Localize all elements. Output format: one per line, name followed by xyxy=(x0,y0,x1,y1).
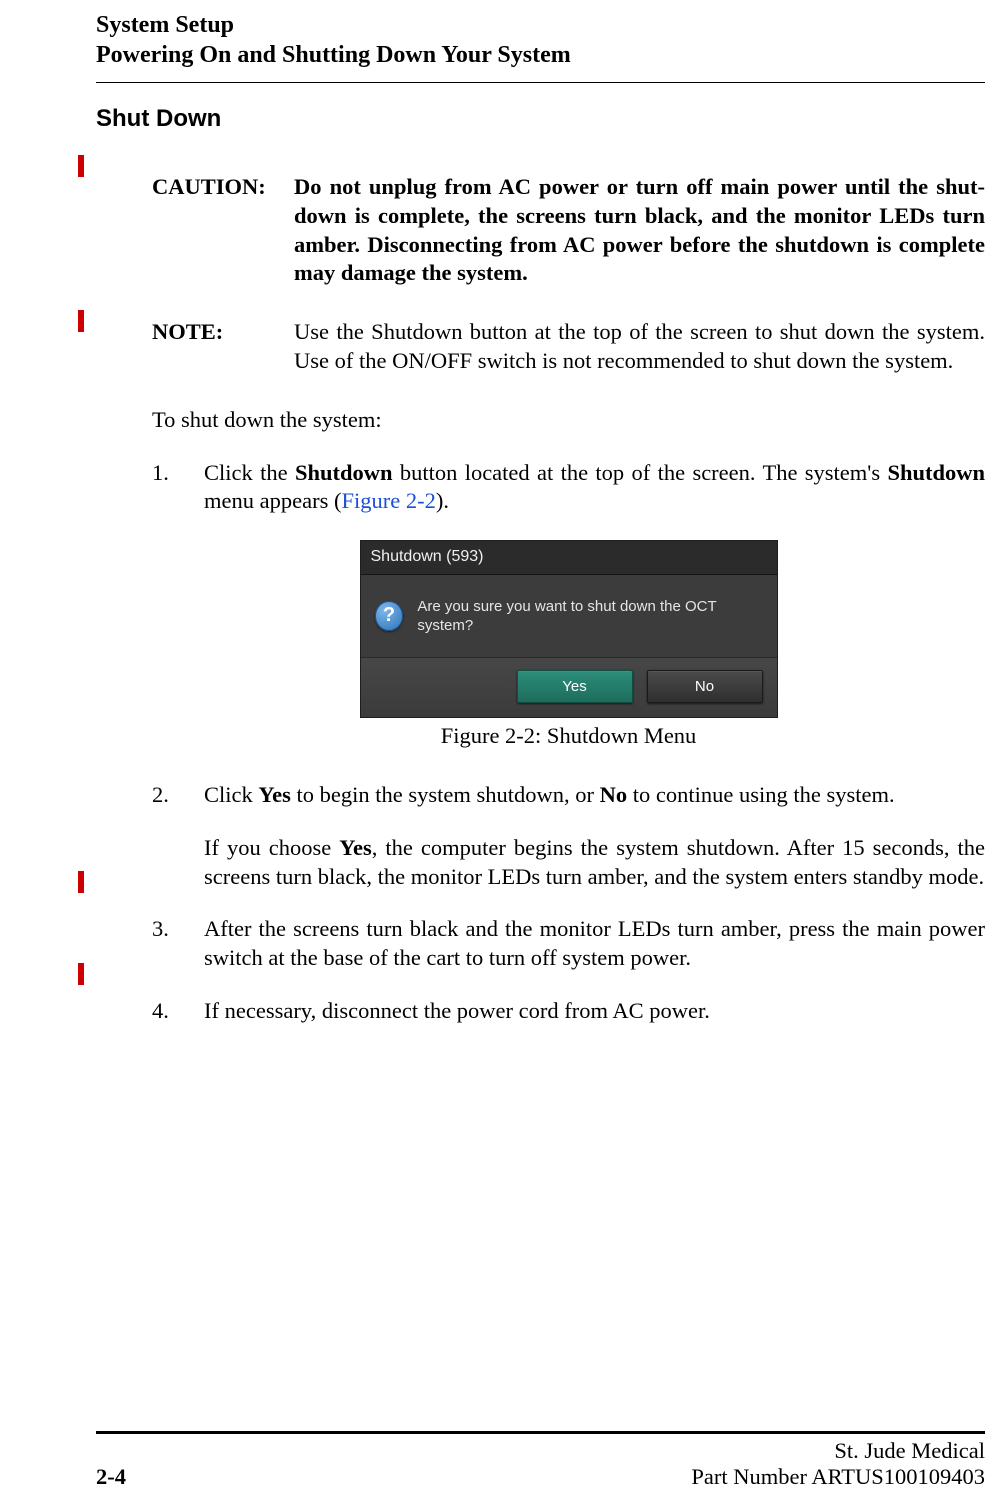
figure-caption: Figure 2-2: Shutdown Menu xyxy=(152,722,985,751)
step-1-text: Click the Shutdown button located at the… xyxy=(204,459,985,517)
note-callout: NOTE: Use the Shutdown button at the top… xyxy=(152,318,985,376)
step-number: 3. xyxy=(152,915,204,973)
no-ref: No xyxy=(600,782,628,807)
step-2-text-1: Click Yes to begin the system shutdown, … xyxy=(204,781,985,810)
step-2: 2. Click Yes to begin the system shutdow… xyxy=(152,781,985,891)
yes-ref-2: Yes xyxy=(339,835,372,860)
caution-label: CAUTION: xyxy=(152,173,294,288)
revision-bar-gutter xyxy=(78,0,84,1508)
caution-callout: CAUTION: Do not unplug from AC power or … xyxy=(152,173,985,288)
step-1: 1. Click the Shutdown button located at … xyxy=(152,459,985,517)
step-number: 1. xyxy=(152,459,204,517)
figure-2-2-link[interactable]: Figure 2-2 xyxy=(341,488,435,513)
step-4-text: If necessary, disconnect the power cord … xyxy=(204,997,985,1026)
step-number: 2. xyxy=(152,781,204,891)
revision-bar xyxy=(78,963,84,985)
shutdown-button-ref: Shutdown xyxy=(295,460,393,485)
header-chapter: System Setup xyxy=(96,10,985,40)
shutdown-menu-ref: Shutdown xyxy=(887,460,985,485)
intro-paragraph: To shut down the system: xyxy=(152,406,985,435)
note-text: Use the Shutdown button at the top of th… xyxy=(294,318,985,376)
step-number: 4. xyxy=(152,997,204,1026)
dialog-title: Shutdown (593) xyxy=(361,541,777,574)
step-3: 3. After the screens turn black and the … xyxy=(152,915,985,973)
note-label: NOTE: xyxy=(152,318,294,376)
header-section: Powering On and Shutting Down Your Syste… xyxy=(96,40,985,70)
page-footer: 2-4 St. Jude Medical Part Number ARTUS10… xyxy=(96,1431,985,1490)
yes-ref: Yes xyxy=(258,782,291,807)
figure-2-2: Shutdown (593) ? Are you sure you want t… xyxy=(152,540,985,751)
revision-bar xyxy=(78,155,84,177)
footer-part-number: Part Number ARTUS100109403 xyxy=(691,1464,985,1490)
question-icon: ? xyxy=(375,601,404,631)
caution-text: Do not unplug from AC power or turn off … xyxy=(294,173,985,288)
yes-button[interactable]: Yes xyxy=(517,670,633,703)
revision-bar xyxy=(78,310,84,332)
footer-org: St. Jude Medical xyxy=(691,1438,985,1464)
header-rule xyxy=(96,82,985,83)
section-title: Shut Down xyxy=(96,105,985,133)
revision-bar xyxy=(78,871,84,893)
no-button[interactable]: No xyxy=(647,670,763,703)
running-header: System Setup Powering On and Shutting Do… xyxy=(96,10,985,70)
dialog-message: Are you sure you want to shut down the O… xyxy=(417,597,762,635)
step-2-text-2: If you choose Yes, the computer begins t… xyxy=(204,834,985,892)
step-4: 4. If necessary, disconnect the power co… xyxy=(152,997,985,1026)
step-3-text: After the screens turn black and the mon… xyxy=(204,915,985,973)
page-number: 2-4 xyxy=(96,1464,126,1490)
footer-rule xyxy=(96,1431,985,1434)
shutdown-dialog: Shutdown (593) ? Are you sure you want t… xyxy=(360,540,778,718)
